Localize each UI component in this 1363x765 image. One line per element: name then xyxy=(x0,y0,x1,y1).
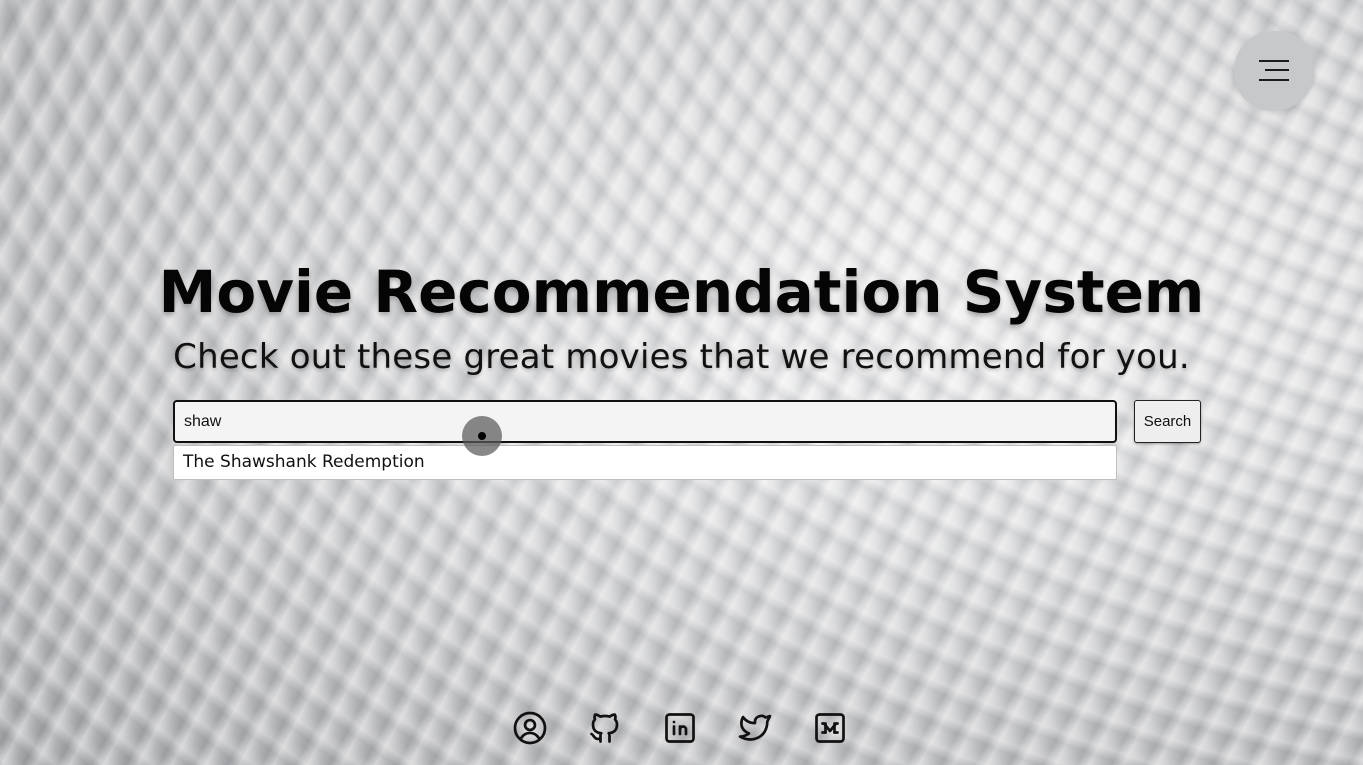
linkedin-icon[interactable] xyxy=(660,708,700,748)
hamburger-menu-icon xyxy=(1259,60,1289,82)
autocomplete-item[interactable]: The Shawshank Redemption xyxy=(174,446,1116,479)
medium-icon[interactable] xyxy=(810,708,850,748)
page-title: Movie Recommendation System xyxy=(158,258,1205,326)
background-image xyxy=(0,0,1363,765)
social-links xyxy=(510,708,850,748)
hero: Movie Recommendation System Check out th… xyxy=(0,252,1363,382)
page-subtitle: Check out these great movies that we rec… xyxy=(173,337,1190,377)
search-button[interactable]: Search xyxy=(1134,400,1201,443)
menu-button[interactable] xyxy=(1234,31,1314,111)
search-input[interactable] xyxy=(173,400,1117,443)
profile-icon[interactable] xyxy=(510,708,550,748)
github-icon[interactable] xyxy=(585,708,625,748)
twitter-icon[interactable] xyxy=(735,708,775,748)
autocomplete-list: The Shawshank Redemption xyxy=(173,445,1117,480)
